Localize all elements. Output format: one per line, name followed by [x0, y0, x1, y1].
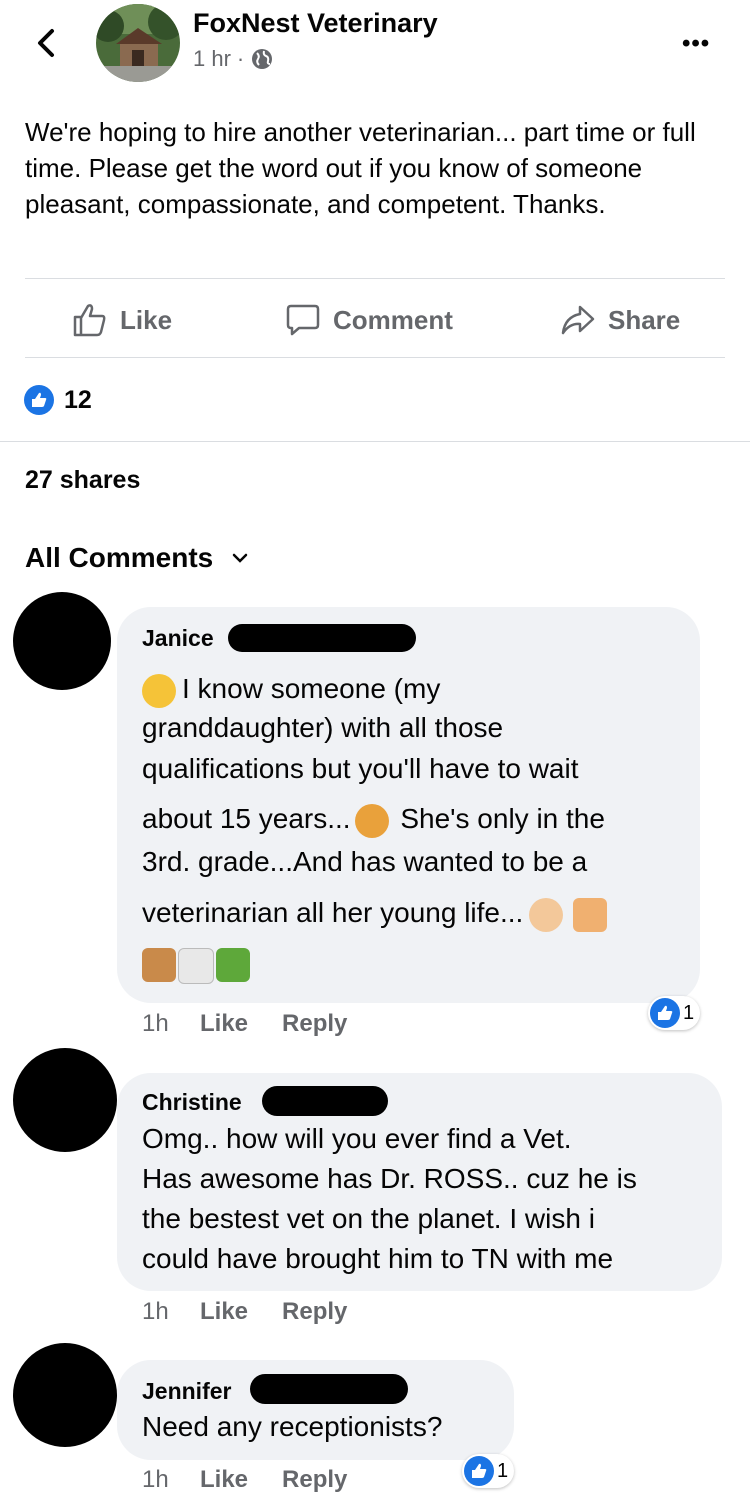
redaction-bar — [262, 1086, 388, 1116]
commenter-name[interactable]: Jennifer — [142, 1378, 231, 1405]
comment-filter-label: All Comments — [25, 542, 214, 573]
like-label: Like — [120, 304, 173, 335]
reaction-summary[interactable]: 12 — [24, 385, 92, 415]
comment-reaction[interactable]: 1 — [648, 996, 701, 1030]
globe-icon — [252, 49, 273, 69]
divider — [0, 441, 750, 442]
comment-filter-dropdown[interactable]: All Comments — [25, 542, 249, 574]
comment-reply-button[interactable]: Reply — [282, 1298, 347, 1326]
post-meta: 1 hr · — [193, 46, 274, 72]
post-time: 1 hr — [193, 46, 231, 71]
dog-emoji-icon — [142, 948, 176, 982]
divider — [25, 357, 725, 358]
avatar[interactable] — [13, 592, 111, 690]
hug-emoji-icon — [142, 673, 176, 708]
comment-time: 1h — [142, 1466, 169, 1493]
laughing-cat-emoji-icon — [354, 803, 389, 838]
girl-emoji-icon — [529, 897, 564, 932]
turtle-emoji-icon — [216, 948, 250, 982]
comment-reply-button[interactable]: Reply — [282, 1010, 347, 1038]
more-icon[interactable]: ••• — [682, 30, 710, 58]
redaction-bar — [250, 1374, 408, 1404]
like-badge-icon — [464, 1456, 494, 1486]
page-avatar-image — [96, 4, 180, 82]
avatar[interactable] — [13, 1343, 117, 1447]
comment-label: Comment — [333, 304, 453, 335]
share-label: Share — [608, 304, 681, 335]
comment-reply-button[interactable]: Reply — [282, 1466, 347, 1494]
share-arrow-icon — [561, 305, 595, 335]
comment-text-line: I know someone (my — [142, 669, 440, 709]
comment-like-button[interactable]: Like — [200, 1298, 248, 1326]
comment-text-line: the bestest vet on the planet. I wish i — [142, 1203, 595, 1234]
emoji-row — [142, 948, 250, 984]
share-button[interactable]: Share — [560, 302, 680, 338]
comment-like-button[interactable]: Like — [200, 1466, 248, 1494]
like-button[interactable]: Like — [72, 302, 172, 338]
page-name[interactable]: FoxNest Veterinary — [193, 8, 438, 39]
comment-text-line: could have brought him to TN with me — [142, 1243, 614, 1274]
comment-text-line: Need any receptionists? — [142, 1411, 443, 1442]
comment-text-line: Has awesome has Dr. ROSS.. cuz he is — [142, 1163, 637, 1194]
comment-reaction-count: 1 — [683, 1001, 695, 1024]
commenter-name[interactable]: Janice — [142, 625, 214, 652]
comment-time: 1h — [142, 1298, 169, 1325]
comment-button[interactable]: Comment — [285, 302, 453, 338]
post-text: We're hoping to hire another veterinaria… — [25, 117, 696, 219]
comment-text-line: veterinarian all her young life... — [142, 897, 608, 932]
chevron-down-icon — [233, 553, 248, 563]
comment-actions: 1h Like Reply — [142, 1010, 381, 1038]
commenter-name[interactable]: Christine — [142, 1089, 242, 1116]
comment-actions: 1h Like Reply — [142, 1298, 381, 1326]
comment-reaction-count: 1 — [497, 1459, 509, 1482]
comment-time: 1h — [142, 1010, 169, 1037]
rabbit-emoji-icon — [178, 948, 214, 984]
avatar[interactable] — [13, 1048, 117, 1152]
comment-like-button[interactable]: Like — [200, 1010, 248, 1038]
comment-text-line: granddaughter) with all those — [142, 712, 504, 743]
comment-text-line: Omg.. how will you ever find a Vet. — [142, 1123, 572, 1154]
like-badge-icon — [24, 385, 54, 415]
divider — [25, 278, 725, 279]
comment-reaction[interactable]: 1 — [462, 1454, 515, 1488]
page-avatar[interactable] — [96, 4, 180, 82]
back-chevron-icon[interactable] — [30, 26, 64, 60]
shares-count[interactable]: 27 shares — [25, 466, 140, 495]
cat-emoji-icon — [573, 897, 608, 932]
thumbs-up-icon — [73, 304, 106, 337]
like-badge-icon — [650, 998, 680, 1028]
comment-icon — [286, 304, 320, 336]
reaction-count: 12 — [64, 385, 92, 414]
comment-text-line: about 15 years... She's only in the — [142, 803, 605, 838]
meta-separator: · — [236, 46, 245, 71]
comment-actions: 1h Like Reply — [142, 1466, 381, 1494]
comment-text-line: qualifications but you'll have to wait — [142, 753, 579, 784]
redaction-bar — [228, 624, 416, 652]
comment-text-line: 3rd. grade...And has wanted to be a — [142, 846, 588, 877]
